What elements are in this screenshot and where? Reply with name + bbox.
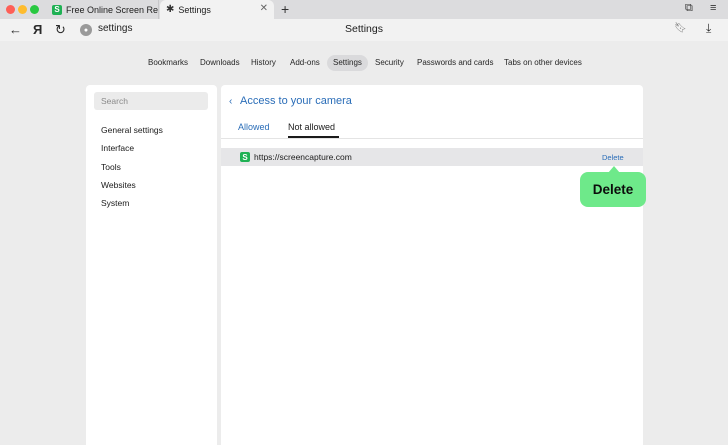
url-text[interactable]: settings: [98, 23, 132, 34]
settings-nav: Bookmarks Downloads History Add-ons Sett…: [0, 55, 728, 71]
sidebar-item-general-settings[interactable]: General settings: [101, 125, 163, 135]
nav-bookmarks[interactable]: Bookmarks: [142, 55, 194, 71]
sidebar-item-system[interactable]: System: [101, 198, 129, 208]
nav-add-ons[interactable]: Add-ons: [284, 55, 326, 71]
delete-button[interactable]: Delete: [602, 153, 624, 162]
window-close-button[interactable]: [6, 5, 15, 14]
screencapture-favicon-icon: S: [52, 4, 62, 15]
search-input[interactable]: [94, 92, 208, 110]
tab-settings[interactable]: ✱ Settings ✕: [160, 0, 274, 19]
settings-sidebar: General settings Interface Tools Website…: [86, 85, 217, 445]
nav-passwords[interactable]: Passwords and cards: [411, 55, 499, 71]
site-url: https://screencapture.com: [254, 152, 352, 162]
site-row[interactable]: S https://screencapture.com Delete: [221, 148, 643, 166]
yandex-logo-icon[interactable]: Я: [33, 21, 42, 39]
bookmark-icon[interactable]: 🔖︎: [674, 23, 687, 34]
panel-heading[interactable]: Access to your camera: [240, 95, 352, 107]
tab-not-allowed[interactable]: Not allowed: [288, 122, 335, 132]
tab-screencapture[interactable]: S Free Online Screen Reco: [47, 0, 159, 19]
screencapture-favicon-icon: S: [240, 152, 250, 162]
nav-security[interactable]: Security: [369, 55, 410, 71]
download-icon[interactable]: ⤓: [706, 21, 711, 36]
tab-title: Settings: [178, 4, 211, 15]
delete-callout: Delete: [580, 172, 646, 207]
sidebar-item-tools[interactable]: Tools: [101, 162, 121, 172]
divider: [221, 138, 643, 139]
camera-access-panel: ‹ Access to your camera Allowed Not allo…: [221, 85, 643, 445]
window-minimize-button[interactable]: [18, 5, 27, 14]
window-maximize-button[interactable]: [30, 5, 39, 14]
back-arrow-icon[interactable]: ←: [9, 21, 22, 39]
nav-history[interactable]: History: [245, 55, 282, 71]
nav-settings[interactable]: Settings: [327, 55, 368, 71]
tabs-overview-icon[interactable]: ⧉: [685, 2, 693, 15]
sidebar-item-websites[interactable]: Websites: [101, 180, 136, 190]
menu-icon[interactable]: ≡: [710, 2, 716, 14]
shield-icon[interactable]: ●: [80, 24, 92, 36]
tab-strip: S Free Online Screen Reco ✱ Settings ✕ +…: [0, 0, 728, 19]
new-tab-button[interactable]: +: [281, 0, 289, 18]
sidebar-item-interface[interactable]: Interface: [101, 143, 134, 153]
chevron-left-icon[interactable]: ‹: [229, 96, 232, 107]
nav-tabs-other-devices[interactable]: Tabs on other devices: [498, 55, 588, 71]
reload-icon[interactable]: ↻: [55, 21, 66, 39]
address-bar: ← Я ↻ ● settings Settings 🔖︎ ⤓: [0, 19, 728, 41]
tab-allowed[interactable]: Allowed: [238, 122, 270, 132]
nav-downloads[interactable]: Downloads: [194, 55, 246, 71]
gear-icon: ✱: [166, 4, 175, 15]
tab-title: Free Online Screen Reco: [66, 4, 159, 15]
close-icon[interactable]: ✕: [260, 3, 268, 14]
